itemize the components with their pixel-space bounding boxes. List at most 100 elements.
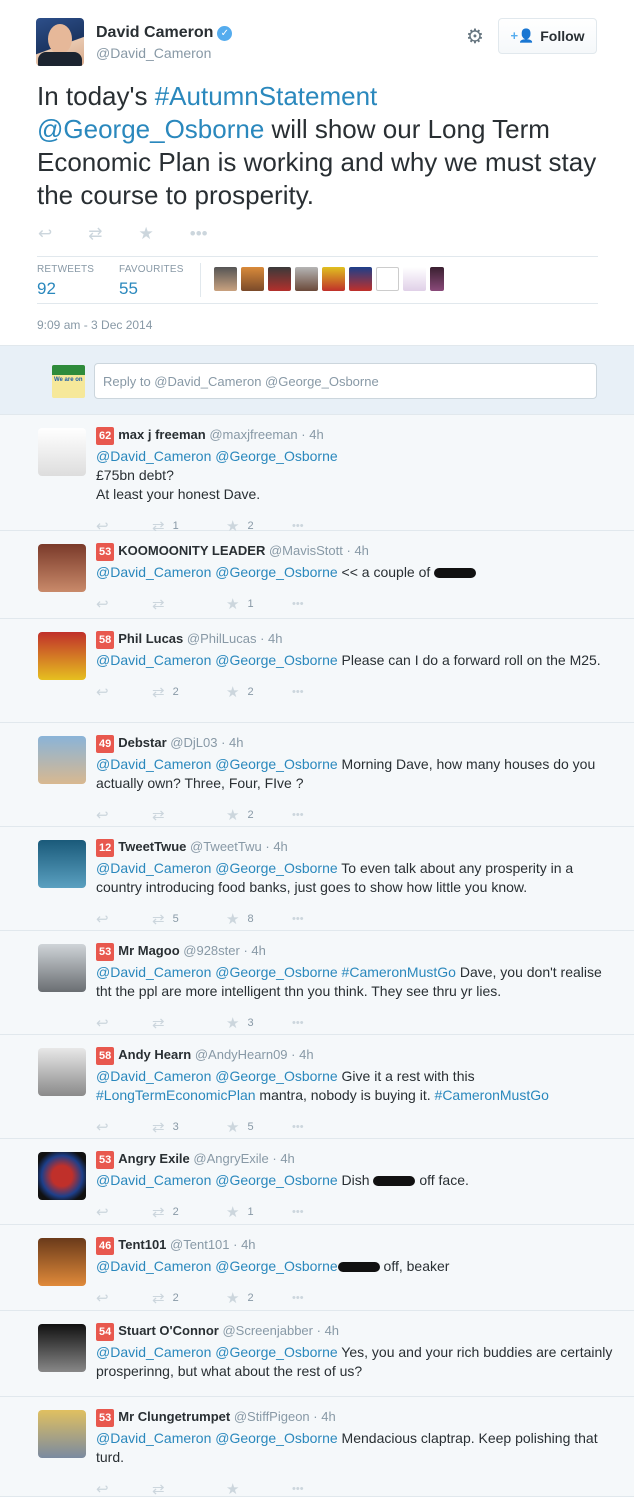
mention-link[interactable]: @George_Osborne (37, 114, 264, 144)
reply-tweet[interactable]: 12 TweetTwue @TweetTwu · 4h @David_Camero… (0, 827, 634, 931)
avatar[interactable] (38, 1324, 86, 1372)
favorite-action[interactable]: ★ 2 (226, 1289, 292, 1307)
avatar[interactable] (38, 1048, 86, 1096)
reply-action[interactable]: ↩ (96, 1118, 152, 1136)
handle[interactable]: @David_Cameron (96, 45, 232, 61)
display-name[interactable]: Mr Magoo (118, 943, 179, 958)
display-name[interactable]: Debstar (118, 735, 166, 750)
favorite-action[interactable]: ★ 2 (226, 683, 292, 701)
display-name[interactable]: Tent101 (118, 1237, 166, 1252)
favorite-action[interactable]: ★ 1 (226, 1203, 292, 1221)
favourites-stat[interactable]: FAVOURITES 55 (119, 264, 184, 299)
reply-action[interactable]: ↩ (96, 910, 152, 928)
hashtag-link[interactable]: #AutumnStatement (155, 81, 378, 111)
reply-action[interactable]: ↩ (96, 1014, 152, 1032)
timestamp[interactable]: · 4h (233, 1237, 255, 1252)
more-action[interactable]: ••• (292, 1206, 304, 1218)
more-action[interactable]: ••• (292, 1121, 304, 1133)
reply-action[interactable]: ↩ (96, 683, 152, 701)
avatar[interactable] (38, 944, 86, 992)
timestamp[interactable]: · 4h (272, 1151, 294, 1166)
favorite-action[interactable]: ★ 1 (226, 595, 292, 613)
avatar[interactable] (241, 267, 264, 291)
favorite-action[interactable]: ★ 2 (226, 806, 292, 824)
follow-button[interactable]: +👤 Follow (498, 18, 597, 54)
reply-tweet[interactable]: 46 Tent101 @Tent101 · 4h @David_Cameron @… (0, 1225, 634, 1311)
more-action[interactable]: ••• (292, 1017, 304, 1029)
handle[interactable]: @TweetTwu (190, 839, 262, 854)
favorite-action[interactable]: ★ 5 (226, 1118, 292, 1136)
retweet-action[interactable]: ⇄ (152, 1480, 226, 1498)
handle[interactable]: @Tent101 (170, 1237, 229, 1252)
favorite-icon[interactable]: ★ (139, 224, 154, 244)
avatar[interactable] (349, 267, 372, 291)
timestamp[interactable]: · 4h (301, 427, 323, 442)
avatar[interactable] (38, 840, 86, 888)
more-action[interactable]: ••• (292, 598, 304, 610)
retweet-action[interactable]: ⇄ 5 (152, 910, 226, 928)
favorite-action[interactable]: ★ 8 (226, 910, 292, 928)
handle[interactable]: @PhilLucas (187, 631, 257, 646)
hashtag-link[interactable]: #LongTermEconomicPlan (96, 1087, 256, 1103)
gear-icon[interactable]: ⚙ (466, 24, 484, 49)
handle[interactable]: @Screenjabber (222, 1323, 313, 1338)
reply-tweet[interactable]: 53 Mr Clungetrumpet @StiffPigeon · 4h @Da… (0, 1397, 634, 1498)
reply-action[interactable]: ↩ (96, 1203, 152, 1221)
retweet-action[interactable]: ⇄ 2 (152, 1203, 226, 1221)
mention-link[interactable]: @David_Cameron @George_Osborne (96, 1430, 338, 1446)
more-action[interactable]: ••• (292, 809, 304, 821)
avatar[interactable] (38, 736, 86, 784)
mention-link[interactable]: @David_Cameron @George_Osborne (96, 756, 338, 772)
reply-tweet[interactable]: 58 Andy Hearn @AndyHearn09 · 4h @David_Ca… (0, 1035, 634, 1139)
timestamp[interactable]: · 4h (313, 1409, 335, 1424)
favorite-action[interactable]: ★3 (226, 1014, 292, 1032)
avatar[interactable] (38, 428, 86, 476)
timestamp[interactable]: · 4h (221, 735, 243, 750)
hashtag-link[interactable]: #CameronMustGo (342, 964, 456, 980)
retweet-action[interactable]: ⇄ (152, 806, 226, 824)
avatar[interactable] (376, 267, 399, 291)
retweet-action[interactable]: ⇄ (152, 595, 226, 613)
more-icon[interactable]: ••• (190, 224, 208, 244)
reply-tweet[interactable]: 54 Stuart O'Connor @Screenjabber · 4h @Da… (0, 1311, 634, 1412)
avatar[interactable] (214, 267, 237, 291)
retweet-action[interactable]: ⇄ 2 (152, 1289, 226, 1307)
display-name[interactable]: Andy Hearn (118, 1047, 191, 1062)
mention-link[interactable]: @David_Cameron @George_Osborne (96, 1344, 338, 1360)
reply-action[interactable]: ↩ (96, 1289, 152, 1307)
reply-action[interactable]: ↩ (96, 806, 152, 824)
retweet-action[interactable]: ⇄ 3 (152, 1118, 226, 1136)
reply-tweet[interactable]: 53 Angry Exile @AngryExile · 4h @David_Ca… (0, 1139, 634, 1225)
timestamp[interactable]: · 4h (243, 943, 265, 958)
mention-link[interactable]: @David_Cameron @George_Osborne (96, 564, 338, 580)
display-name[interactable]: KOOMOONITY LEADER (118, 543, 265, 558)
handle[interactable]: @AngryExile (193, 1151, 268, 1166)
mention-link[interactable]: @David_Cameron @George_Osborne (96, 1258, 338, 1274)
retweets-stat[interactable]: RETWEETS 92 (37, 264, 94, 299)
mention-link[interactable]: @David_Cameron @George_Osborne (96, 1172, 338, 1188)
reply-icon[interactable]: ↩ (38, 224, 52, 244)
timestamp[interactable]: · 4h (265, 839, 287, 854)
avatar[interactable] (38, 1238, 86, 1286)
reply-tweet[interactable]: 53 Mr Magoo @928ster · 4h @David_Cameron … (0, 931, 634, 1035)
more-action[interactable]: ••• (292, 1483, 304, 1495)
retweet-icon[interactable]: ⇄ (88, 224, 102, 244)
timestamp[interactable]: · 4h (260, 631, 282, 646)
retweet-action[interactable]: ⇄ 2 (152, 683, 226, 701)
handle[interactable]: @DjL03 (170, 735, 217, 750)
timestamp[interactable]: · 4h (317, 1323, 339, 1338)
avatar[interactable] (38, 1410, 86, 1458)
hashtag-link[interactable]: #CameronMustGo (435, 1087, 549, 1103)
avatar[interactable] (295, 267, 318, 291)
reply-tweet[interactable]: 49 Debstar @DjL03 · 4h @David_Cameron @Ge… (0, 723, 634, 827)
avatar[interactable] (38, 544, 86, 592)
avatar[interactable] (322, 267, 345, 291)
reply-tweet[interactable]: 62 max j freeman @maxjfreeman · 4h @David… (0, 415, 634, 535)
handle[interactable]: @AndyHearn09 (195, 1047, 288, 1062)
timestamp[interactable]: 9:09 am - 3 Dec 2014 (37, 318, 152, 332)
display-name[interactable]: Phil Lucas (118, 631, 183, 646)
retweet-action[interactable]: ⇄ (152, 1014, 226, 1032)
more-action[interactable]: ••• (292, 913, 304, 925)
avatar[interactable] (403, 267, 426, 291)
display-name[interactable]: Mr Clungetrumpet (118, 1409, 230, 1424)
